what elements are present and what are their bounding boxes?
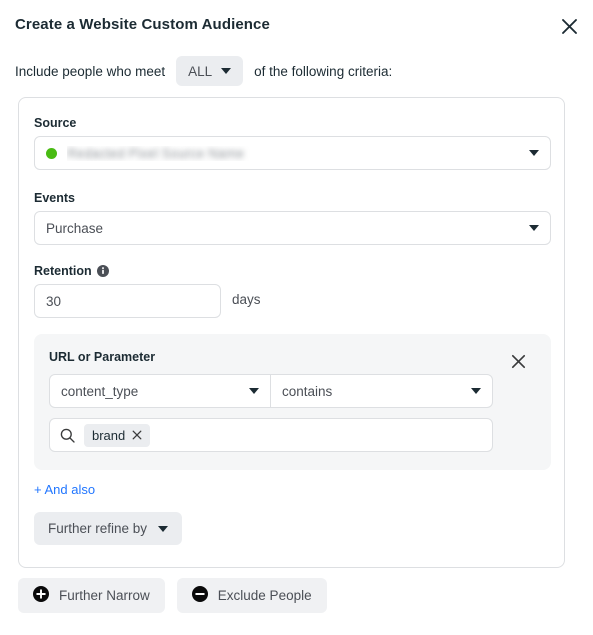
exclude-people-label: Exclude People (217, 588, 312, 603)
close-icon[interactable] (132, 430, 142, 440)
close-dialog-button[interactable] (555, 12, 583, 40)
rule-condition-row: content_type contains (49, 374, 493, 408)
value-chip-label: brand (92, 427, 126, 443)
further-narrow-label: Further Narrow (59, 588, 150, 603)
events-dropdown[interactable]: Purchase (34, 211, 551, 245)
criteria-prefix-label: Include people who meet (15, 63, 166, 79)
remove-rule-button[interactable] (507, 352, 529, 374)
retention-label: Retention (34, 264, 109, 278)
further-refine-dropdown[interactable]: Further refine by (34, 512, 183, 545)
url-parameter-rule-panel: URL or Parameter content_type contains b… (34, 334, 551, 470)
retention-input[interactable] (34, 284, 221, 318)
plus-circle-icon (33, 586, 49, 605)
parameter-value: content_type (61, 383, 139, 399)
criteria-row: Include people who meet ALL of the follo… (15, 56, 392, 86)
operator-dropdown[interactable]: contains (271, 375, 492, 407)
further-narrow-button[interactable]: Further Narrow (18, 578, 165, 613)
and-also-link[interactable]: + And also (34, 482, 95, 497)
match-type-value: ALL (188, 63, 213, 79)
footer-actions: Further Narrow Exclude People (18, 578, 327, 613)
rule-title: URL or Parameter (49, 350, 156, 364)
chevron-down-icon (471, 388, 481, 394)
criteria-card: Source Redacted Pixel Source Name Events… (18, 97, 565, 568)
source-value: Redacted Pixel Source Name (67, 145, 245, 161)
chevron-down-icon (249, 388, 259, 394)
events-value: Purchase (46, 220, 104, 236)
exclude-people-button[interactable]: Exclude People (176, 578, 327, 613)
parameter-dropdown[interactable]: content_type (50, 375, 271, 407)
retention-label-text: Retention (34, 264, 92, 278)
criteria-suffix-label: of the following criteria: (254, 63, 393, 79)
create-audience-dialog: Create a Website Custom Audience Include… (0, 0, 593, 635)
rule-value-search-input[interactable]: brand (49, 418, 493, 452)
chevron-down-icon (158, 525, 169, 532)
source-dropdown[interactable]: Redacted Pixel Source Name (34, 136, 551, 170)
source-label: Source (34, 116, 77, 130)
chevron-down-icon (529, 150, 539, 156)
chevron-down-icon (529, 225, 539, 231)
value-chip: brand (84, 423, 151, 447)
close-icon (511, 354, 526, 372)
retention-unit-label: days (232, 292, 261, 307)
close-icon (561, 18, 578, 35)
events-label: Events (34, 191, 75, 205)
minus-circle-icon (191, 586, 208, 605)
dialog-title: Create a Website Custom Audience (15, 16, 270, 33)
further-refine-label: Further refine by (48, 521, 148, 536)
search-icon (60, 428, 75, 443)
source-status-dot (46, 147, 57, 159)
chevron-down-icon (221, 68, 232, 74)
operator-value: contains (282, 383, 333, 399)
match-type-dropdown[interactable]: ALL (176, 56, 244, 86)
info-icon[interactable] (96, 265, 109, 277)
